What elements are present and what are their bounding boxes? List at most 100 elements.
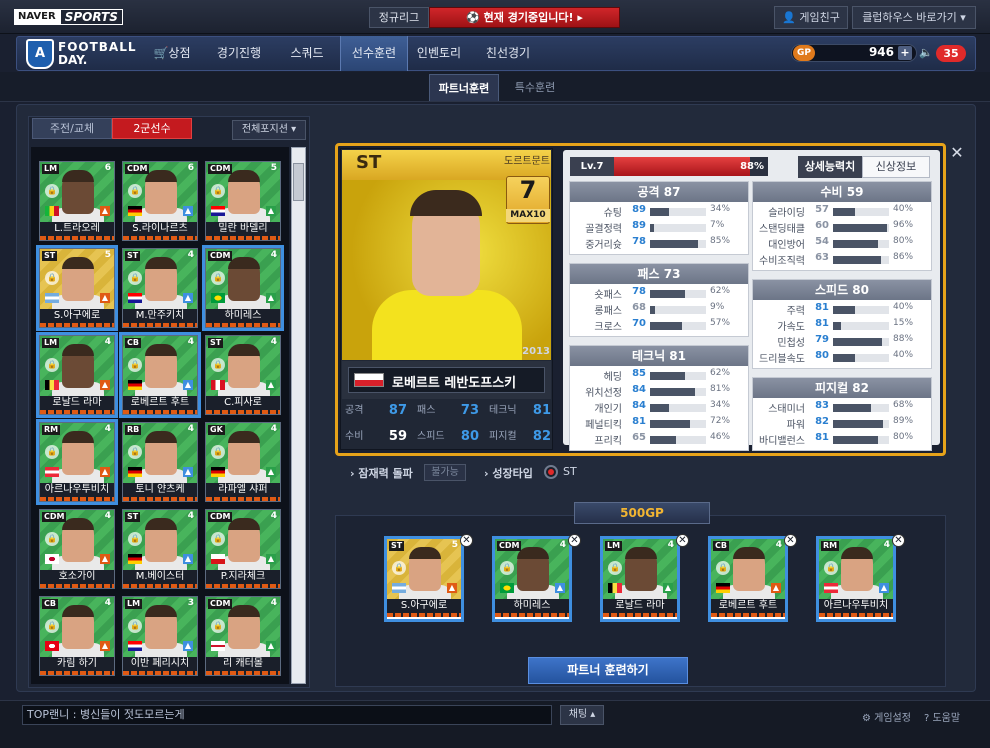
- notification-badge[interactable]: 35: [936, 45, 966, 62]
- nav-item[interactable]: 친선경기: [476, 36, 540, 71]
- card-level: 5: [451, 540, 458, 550]
- player-card[interactable]: CDM 4 🔒 ▲ 하미레스: [205, 248, 281, 328]
- lock-icon[interactable]: 🔒: [128, 271, 142, 285]
- player-card[interactable]: ST 4 🔒 ▲ C.피사로: [205, 335, 281, 415]
- player-card[interactable]: ST 5 🔒 ▲ S.아구에로: [387, 539, 461, 619]
- player-card[interactable]: LM 3 🔒 ▲ 이반 페리시치: [122, 596, 198, 676]
- card-bar: [206, 323, 280, 327]
- player-card[interactable]: GK 4 🔒 ▲ 라파엘 샤퍼: [205, 422, 281, 502]
- lock-icon[interactable]: 🔒: [392, 561, 406, 575]
- nav-item[interactable]: 인벤토리: [411, 36, 467, 71]
- stat-row: 롱패스 68 9%: [570, 302, 748, 318]
- speaker-icon[interactable]: 🔈: [919, 46, 933, 60]
- tab-starters[interactable]: 주전/교체: [32, 118, 112, 139]
- player-card[interactable]: CB 4 🔒 ▲ 카림 하기: [39, 596, 115, 676]
- stat-row: 파워 82 89%: [753, 416, 931, 432]
- lock-icon[interactable]: 🔒: [211, 445, 225, 459]
- close-icon[interactable]: ✕: [948, 144, 966, 162]
- player-card[interactable]: ST 5 🔒 ▲ S.아구에로: [39, 248, 115, 328]
- partner-train-button[interactable]: 파트너 훈련하기: [528, 657, 688, 684]
- remove-partner-icon[interactable]: ✕: [568, 534, 581, 547]
- lock-icon[interactable]: 🔒: [45, 445, 59, 459]
- lock-icon[interactable]: 🔒: [128, 532, 142, 546]
- nav-item[interactable]: 선수훈련: [340, 36, 408, 71]
- chat-input[interactable]: TOP랜니 : 병신들이 젓도모르는게: [22, 705, 552, 725]
- lock-icon[interactable]: 🔒: [500, 561, 514, 575]
- remove-partner-icon[interactable]: ✕: [784, 534, 797, 547]
- player-card[interactable]: ST 4 🔒 ▲ M.베이스터: [122, 509, 198, 589]
- lock-icon[interactable]: 🔒: [211, 184, 225, 198]
- remove-partner-icon[interactable]: ✕: [892, 534, 905, 547]
- lock-icon[interactable]: 🔒: [211, 619, 225, 633]
- player-card[interactable]: RM 4 🔒 ▲ 아르나우투비치: [819, 539, 893, 619]
- lock-icon[interactable]: 🔒: [45, 619, 59, 633]
- help-link[interactable]: ? 도움말: [924, 709, 960, 724]
- game-friends-button[interactable]: 👤 게임친구: [774, 6, 848, 29]
- player-list-scrollbar[interactable]: [291, 147, 306, 684]
- nav-item[interactable]: 스쿼드: [279, 36, 335, 71]
- lock-icon[interactable]: 🔒: [128, 184, 142, 198]
- player-card[interactable]: LM 6 🔒 ▲ L.트라오레: [39, 161, 115, 241]
- partner-card[interactable]: ST 5 🔒 ▲ S.아구에로: [384, 536, 464, 622]
- card-level: 4: [104, 511, 111, 521]
- nav-item[interactable]: 🛒상점: [144, 36, 200, 71]
- partner-card[interactable]: LM 4 🔒 ▲ 로날드 라마: [600, 536, 680, 622]
- player-card[interactable]: CDM 5 🔒 ▲ 밀란 바델리: [205, 161, 281, 241]
- partner-card[interactable]: CB 4 🔒 ▲ 로베르트 후트: [708, 536, 788, 622]
- lock-icon[interactable]: 🔒: [128, 358, 142, 372]
- tab-detailed-stats[interactable]: 상세능력치: [798, 156, 862, 178]
- lock-icon[interactable]: 🔒: [608, 561, 622, 575]
- lock-icon[interactable]: 🔒: [716, 561, 730, 575]
- lock-icon[interactable]: 🔒: [45, 532, 59, 546]
- player-card[interactable]: RM 4 🔒 ▲ 아르나우투비치: [39, 422, 115, 502]
- summary-stat-value: 73: [460, 403, 479, 418]
- live-match-button[interactable]: ⚽ 현재 경기중입니다! ▸: [429, 7, 620, 28]
- stat-row: 프리킥 65 46%: [570, 432, 748, 448]
- gp-add-button[interactable]: +: [898, 46, 912, 60]
- lock-icon[interactable]: 🔒: [824, 561, 838, 575]
- summary-stat: 피지컬 82: [489, 426, 551, 448]
- lock-icon[interactable]: 🔒: [128, 619, 142, 633]
- card-hair: [625, 547, 657, 559]
- tab-reserves[interactable]: 2군선수: [112, 118, 192, 139]
- player-card[interactable]: CDM 4 🔒 ▲ P.지라체크: [205, 509, 281, 589]
- player-card[interactable]: CB 4 🔒 ▲ 로베르트 후트: [122, 335, 198, 415]
- naver-sports-logo[interactable]: NAVER SPORTS: [14, 9, 123, 25]
- stat-label: 슬라이딩: [768, 208, 805, 219]
- lock-icon[interactable]: 🔒: [45, 184, 59, 198]
- scrollbar-thumb[interactable]: [293, 163, 304, 201]
- clubhouse-button[interactable]: 클럽하우스 바로가기 ▾: [852, 6, 976, 29]
- tab-personal-info[interactable]: 신상정보: [862, 156, 930, 178]
- player-card[interactable]: LM 4 🔒 ▲ 로날드 라마: [39, 335, 115, 415]
- player-card[interactable]: CDM 4 🔒 ▲ 리 캐터몰: [205, 596, 281, 676]
- remove-partner-icon[interactable]: ✕: [460, 534, 473, 547]
- lock-icon[interactable]: 🔒: [45, 358, 59, 372]
- league-button[interactable]: 정규리그: [369, 7, 429, 28]
- partner-card[interactable]: RM 4 🔒 ▲ 아르나우투비치: [816, 536, 896, 622]
- player-card[interactable]: CDM 4 🔒 ▲ 하미레스: [495, 539, 569, 619]
- chat-button[interactable]: 채팅 ▴: [560, 705, 604, 725]
- player-card[interactable]: LM 4 🔒 ▲ 로날드 라마: [603, 539, 677, 619]
- partner-card[interactable]: CDM 4 🔒 ▲ 하미레스: [492, 536, 572, 622]
- football-day-logo[interactable]: A FOOTBALL DAY.: [26, 39, 136, 69]
- remove-partner-icon[interactable]: ✕: [676, 534, 689, 547]
- player-card[interactable]: RB 4 🔒 ▲ 토니 얀츠케: [122, 422, 198, 502]
- lock-icon[interactable]: 🔒: [211, 358, 225, 372]
- lock-icon[interactable]: 🔒: [211, 271, 225, 285]
- player-card[interactable]: CDM 4 🔒 ▲ 호소가이: [39, 509, 115, 589]
- lock-icon[interactable]: 🔒: [211, 532, 225, 546]
- tab-special-training[interactable]: 특수훈련: [503, 74, 567, 101]
- stat-group: 피지컬 82 스태미너 83 68% 파워 82 89% 바디밸런스 81 80…: [752, 377, 932, 451]
- player-card[interactable]: ST 4 🔒 ▲ M.만주키치: [122, 248, 198, 328]
- game-settings-link[interactable]: ⚙ 게임설정: [862, 709, 911, 724]
- tab-partner-training[interactable]: 파트너훈련: [429, 74, 499, 101]
- lock-icon[interactable]: 🔒: [45, 271, 59, 285]
- stat-label: 가속도: [777, 322, 805, 333]
- player-card[interactable]: CB 4 🔒 ▲ 로베르트 후트: [711, 539, 785, 619]
- stat-percent: 40%: [893, 350, 914, 360]
- nav-item[interactable]: 경기진행: [207, 36, 271, 71]
- lock-icon[interactable]: 🔒: [128, 445, 142, 459]
- player-card[interactable]: CDM 6 🔒 ▲ S.라이나르츠: [122, 161, 198, 241]
- position-filter-select[interactable]: 전체포지션 ▾: [232, 120, 306, 140]
- card-bar: [40, 671, 114, 675]
